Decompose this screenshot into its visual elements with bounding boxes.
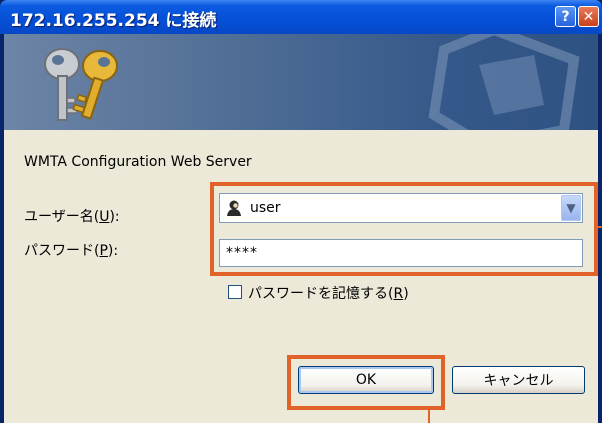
- keys-icon: [44, 48, 118, 121]
- close-button[interactable]: ✕: [578, 6, 599, 27]
- window-title: 172.16.255.254 に接続: [10, 11, 217, 31]
- password-value: ****: [226, 245, 258, 261]
- dialog-banner: [4, 34, 598, 130]
- remember-password-checkbox[interactable]: [228, 285, 242, 299]
- banner-watermark-icon: [428, 34, 580, 130]
- login-dialog-window: 172.16.255.254 に接続 ? ✕ WMTA Configuratio…: [0, 0, 602, 423]
- username-combobox[interactable]: user ▼: [219, 193, 583, 223]
- ok-callout-line: [428, 410, 430, 423]
- user-icon: [227, 200, 241, 216]
- fields-callout-line: [598, 226, 602, 228]
- server-name: WMTA Configuration Web Server: [24, 154, 252, 170]
- username-label: ユーザー名(U):: [24, 209, 120, 225]
- remember-password-label[interactable]: パスワードを記憶する(R): [248, 283, 409, 303]
- dialog-body: WMTA Configuration Web Server ユーザー名(U): …: [4, 130, 602, 423]
- help-button[interactable]: ?: [555, 6, 576, 27]
- help-icon: ?: [561, 8, 570, 25]
- password-label: パスワード(P):: [24, 243, 119, 259]
- username-value: user: [250, 200, 281, 216]
- chevron-down-icon[interactable]: ▼: [561, 195, 581, 221]
- password-field[interactable]: ****: [219, 239, 583, 267]
- ok-button[interactable]: OK: [298, 366, 434, 394]
- title-bar[interactable]: 172.16.255.254 に接続 ? ✕: [0, 0, 602, 34]
- cancel-button[interactable]: キャンセル: [452, 366, 585, 394]
- close-icon: ✕: [582, 8, 595, 25]
